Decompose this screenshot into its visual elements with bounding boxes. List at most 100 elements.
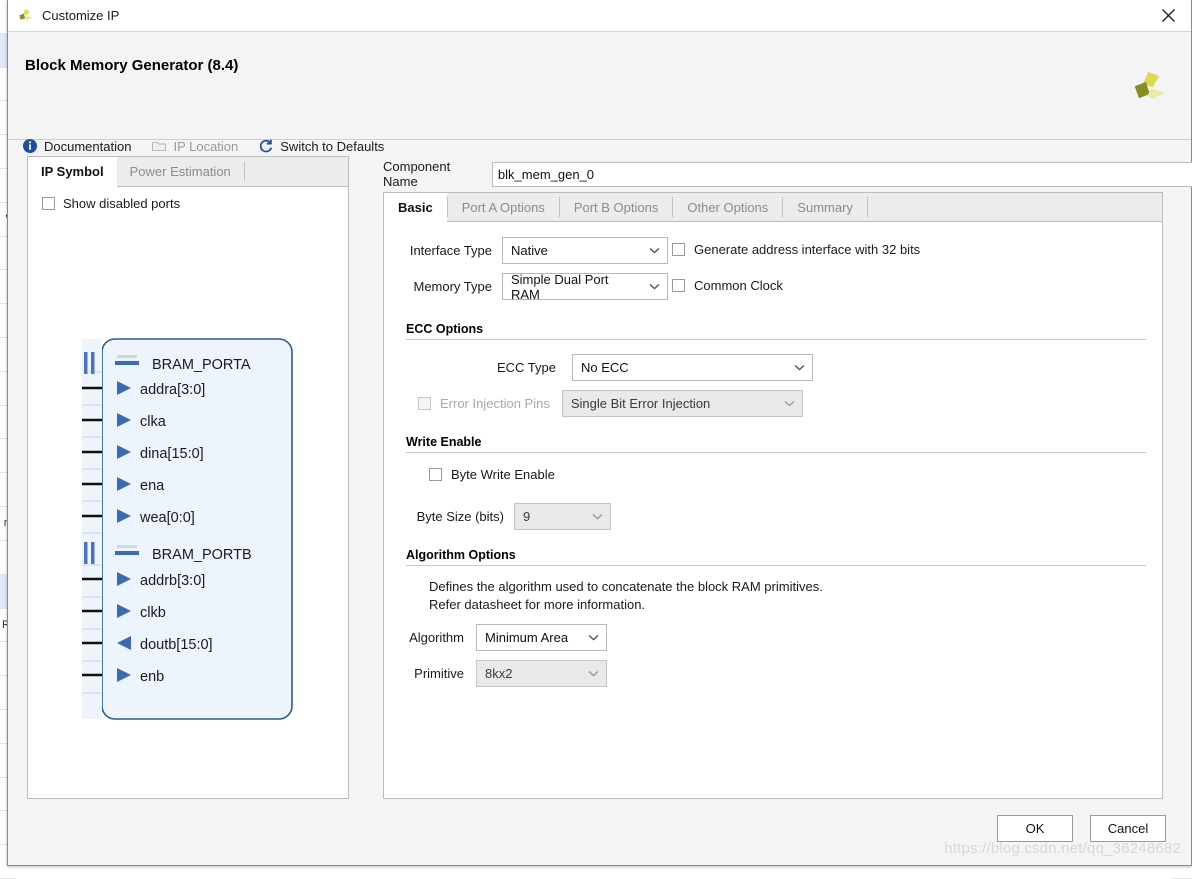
chevron-down-icon	[592, 514, 603, 520]
xilinx-logo-icon	[1134, 71, 1166, 100]
tab-port-b-options[interactable]: Port B Options	[560, 193, 673, 221]
ip-symbol-panel: IP Symbol Power Estimation Show disabled…	[27, 156, 349, 799]
tab-other-options-label: Other Options	[687, 199, 769, 215]
chevron-down-icon	[588, 635, 599, 641]
port-label: dina[15:0]	[140, 446, 204, 462]
tab-port-a-options[interactable]: Port A Options	[448, 193, 559, 221]
algorithm-label: Algorithm	[409, 630, 464, 645]
ecc-options-section: ECC Options	[406, 322, 1146, 340]
error-injection-pins-label: Error Injection Pins	[440, 396, 550, 411]
port-label: doutb[15:0]	[140, 637, 213, 653]
common-clock-row: Common Clock	[672, 278, 783, 293]
byte-size-select[interactable]: 9	[514, 503, 611, 530]
primitive-row: Primitive 8kx2	[406, 660, 607, 687]
options-panel: Basic Port A Options Port B Options Othe…	[383, 192, 1163, 799]
primitive-value: 8kx2	[485, 666, 513, 681]
primitive-select[interactable]: 8kx2	[476, 660, 607, 687]
options-tab-strip: Basic Port A Options Port B Options Othe…	[384, 193, 1162, 222]
port-label: clka	[140, 414, 167, 430]
tab-port-b-options-label: Port B Options	[573, 199, 659, 215]
ecc-type-label: ECC Type	[496, 360, 556, 375]
byte-size-value: 9	[523, 509, 531, 524]
byte-write-enable-checkbox[interactable]	[429, 468, 442, 481]
ok-button[interactable]: OK	[997, 815, 1073, 842]
algorithm-help-line-2: Refer datasheet for more information.	[429, 597, 646, 612]
tab-power-estimation-label: Power Estimation	[129, 164, 231, 179]
memory-type-value: Simple Dual Port RAM	[511, 271, 609, 302]
byte-size-label: Byte Size (bits)	[416, 509, 504, 524]
ip-symbol-diagram: BRAM_PORTA addra[3:0] clka dina[15:0] en…	[28, 209, 348, 799]
dialog-titlebar: Customize IP	[8, 0, 1191, 32]
error-injection-pins-row: Error Injection Pins Single Bit Error In…	[406, 390, 803, 417]
component-name-row: Component Name	[383, 159, 1192, 189]
interface-type-select[interactable]: Native	[502, 237, 668, 264]
cancel-button[interactable]: Cancel	[1090, 815, 1166, 842]
section-divider	[406, 339, 1146, 340]
dialog-header: Block Memory Generator (8.4) Documentati…	[8, 32, 1191, 154]
interface-type-value: Native	[511, 243, 548, 258]
tab-other-options[interactable]: Other Options	[673, 193, 782, 221]
port-group-label-a: BRAM_PORTA	[152, 357, 251, 373]
port-label: addrb[3:0]	[140, 573, 205, 589]
common-clock-checkbox[interactable]	[672, 279, 685, 292]
byte-write-enable-label: Byte Write Enable	[451, 467, 555, 482]
chevron-down-icon	[588, 671, 599, 677]
algorithm-value: Minimum Area	[485, 630, 569, 645]
basic-options-form: Interface Type Native Generate address i…	[384, 222, 1162, 799]
component-name-input[interactable]	[492, 165, 1192, 183]
symbol-bus-rail	[82, 339, 102, 719]
ecc-type-value: No ECC	[581, 360, 629, 375]
algorithm-options-title: Algorithm Options	[406, 548, 516, 562]
primitive-label: Primitive	[414, 666, 464, 681]
generate-address-interface-checkbox[interactable]	[672, 243, 685, 256]
memory-type-select[interactable]: Simple Dual Port RAM	[502, 271, 668, 302]
tab-ip-symbol-label: IP Symbol	[41, 164, 104, 179]
ip-title: Block Memory Generator (8.4)	[25, 57, 239, 74]
port-label: wea[0:0]	[139, 510, 195, 526]
component-name-label: Component Name	[383, 159, 451, 189]
error-injection-pins-value: Single Bit Error Injection	[570, 396, 711, 411]
chevron-down-icon	[649, 284, 660, 290]
chevron-down-icon	[794, 365, 805, 371]
tab-power-estimation[interactable]: Power Estimation	[117, 157, 244, 186]
algorithm-row: Algorithm Minimum Area	[406, 624, 607, 651]
left-tab-strip: IP Symbol Power Estimation	[28, 157, 348, 187]
write-enable-title: Write Enable	[406, 435, 482, 449]
show-disabled-ports-row: Show disabled ports	[28, 187, 348, 211]
interface-type-row: Interface Type Native	[406, 237, 668, 264]
section-divider	[406, 565, 1146, 566]
error-injection-pins-checkbox[interactable]	[418, 397, 431, 410]
tab-summary[interactable]: Summary	[783, 193, 867, 221]
algorithm-options-section: Algorithm Options	[406, 548, 1146, 566]
port-label: enb	[140, 669, 164, 685]
chevron-down-icon	[784, 401, 795, 407]
port-label: clkb	[140, 605, 166, 621]
ecc-type-row: ECC Type No ECC	[406, 354, 813, 381]
ecc-type-select[interactable]: No ECC	[572, 354, 813, 381]
interface-type-label: Interface Type	[409, 243, 492, 258]
port-label: ena	[140, 478, 165, 494]
tab-summary-label: Summary	[797, 199, 853, 215]
generate-address-interface-label: Generate address interface with 32 bits	[694, 242, 921, 257]
close-icon[interactable]	[1145, 0, 1191, 31]
ecc-options-title: ECC Options	[406, 322, 484, 336]
algorithm-select[interactable]: Minimum Area	[476, 624, 607, 651]
chevron-down-icon	[649, 248, 660, 254]
byte-write-enable-row: Byte Write Enable	[429, 467, 555, 482]
memory-type-label: Memory Type	[413, 279, 492, 294]
tab-ip-symbol[interactable]: IP Symbol	[28, 157, 117, 187]
dialog-content: IP Symbol Power Estimation Show disabled…	[8, 139, 1192, 804]
tab-divider	[866, 197, 868, 217]
component-name-field[interactable]	[491, 161, 1192, 187]
port-group-label-b: BRAM_PORTB	[152, 547, 252, 563]
xilinx-logo-icon	[19, 8, 32, 20]
byte-size-row: Byte Size (bits) 9	[406, 503, 611, 530]
tab-divider	[243, 162, 245, 181]
tab-basic[interactable]: Basic	[384, 193, 447, 222]
generate-address-interface-row: Generate address interface with 32 bits	[672, 242, 920, 257]
tab-basic-label: Basic	[398, 199, 433, 215]
common-clock-label: Common Clock	[694, 278, 783, 293]
port-label: addra[3:0]	[140, 382, 205, 398]
dialog-footer: OK Cancel	[8, 805, 1191, 865]
error-injection-pins-select[interactable]: Single Bit Error Injection	[561, 390, 803, 417]
